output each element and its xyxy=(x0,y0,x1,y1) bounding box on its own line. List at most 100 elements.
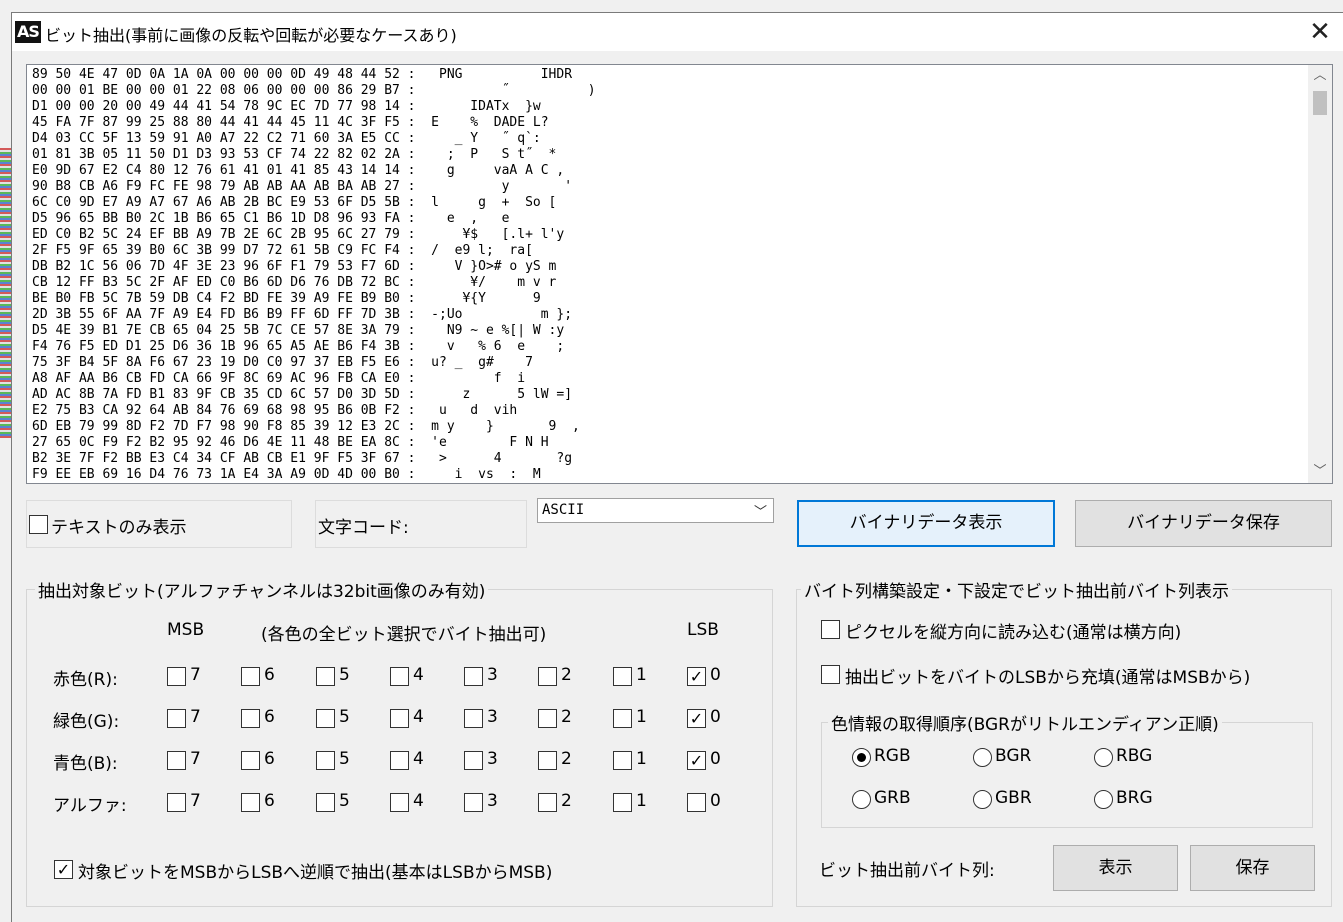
bit-checkbox[interactable] xyxy=(464,709,483,728)
window-title: ビット抽出(事前に画像の反転や回転が必要なケースあり) xyxy=(45,26,457,45)
bit-number: 0 xyxy=(710,665,721,685)
lsb-label: LSB xyxy=(687,620,719,640)
reverse-order-label: 対象ビットをMSBからLSBへ逆順で抽出(基本はLSBからMSB) xyxy=(78,863,553,883)
bit-number: 4 xyxy=(413,707,424,727)
bit-checkbox[interactable] xyxy=(241,709,260,728)
hex-line: E2 75 B3 CA 92 64 AB 84 76 69 68 98 95 B… xyxy=(32,403,518,418)
bit-checkbox[interactable] xyxy=(613,793,632,812)
bit-number: 5 xyxy=(339,707,350,727)
scroll-up-icon[interactable]: ︿ xyxy=(1308,65,1332,87)
order-radio[interactable] xyxy=(1094,748,1113,767)
bit-checkbox[interactable] xyxy=(241,793,260,812)
order-label: GBR xyxy=(995,788,1032,808)
bit-number: 6 xyxy=(264,749,275,769)
hex-line: 01 81 3B 05 11 50 D1 D3 93 53 CF 74 22 8… xyxy=(32,147,557,162)
text-only-checkbox[interactable] xyxy=(29,515,48,534)
bit-checkbox[interactable] xyxy=(241,751,260,770)
hex-line: AD AC 8B 7A FD B1 83 9F CB 35 CD 6C 57 D… xyxy=(32,387,573,402)
lsb-fill-checkbox[interactable] xyxy=(821,665,840,684)
bit-checkbox[interactable]: ✓ xyxy=(687,751,706,770)
prebytes-show-button[interactable]: 表示 xyxy=(1053,845,1178,891)
hex-line: CB 12 FF B3 5C 2F AF ED C0 B6 6D D6 76 D… xyxy=(32,275,557,290)
bit-checkbox[interactable] xyxy=(538,667,557,686)
bit-checkbox[interactable] xyxy=(464,751,483,770)
bit-checkbox[interactable] xyxy=(390,667,409,686)
hex-line: D4 03 CC 5F 13 59 91 A0 A7 22 C2 71 60 3… xyxy=(32,131,541,146)
bit-checkbox[interactable] xyxy=(316,667,335,686)
hex-line: 2D 3B 55 6F AA 7F A9 E4 FD B6 B9 FF 6D F… xyxy=(32,307,573,322)
bit-checkbox[interactable]: ✓ xyxy=(687,667,706,686)
hex-line: ED C0 B2 5C 24 EF BB A9 7B 2E 6C 2B 95 6… xyxy=(32,227,565,242)
order-radio[interactable] xyxy=(1094,790,1113,809)
bit-checkbox[interactable] xyxy=(167,667,186,686)
save-binary-button[interactable]: バイナリデータ保存 xyxy=(1075,500,1332,547)
bit-number: 4 xyxy=(413,791,424,811)
hex-line: 00 00 01 BE 00 00 01 22 08 06 00 00 00 8… xyxy=(32,83,596,98)
bit-checkbox[interactable] xyxy=(390,709,409,728)
hex-line: 45 FA 7F 87 99 25 88 80 44 41 44 45 11 4… xyxy=(32,115,549,130)
target-bits-group: 抽出対象ビット(アルファチャンネルは32bit画像のみ有効) MSB (各色の全… xyxy=(26,577,773,907)
bit-checkbox[interactable] xyxy=(464,793,483,812)
order-radio[interactable] xyxy=(973,748,992,767)
scroll-down-icon[interactable]: ﹀ xyxy=(1308,461,1332,483)
hex-line: 6D EB 79 99 8D F2 7D F7 98 90 F8 85 39 1… xyxy=(32,419,580,434)
bit-checkbox[interactable] xyxy=(613,709,632,728)
bit-checkbox[interactable]: ✓ xyxy=(687,709,706,728)
show-binary-button[interactable]: バイナリデータ表示 xyxy=(797,500,1055,547)
bit-checkbox[interactable] xyxy=(316,793,335,812)
charcode-select[interactable]: ASCII ﹀ xyxy=(537,498,774,523)
bit-checkbox[interactable] xyxy=(390,793,409,812)
hex-line: DB B2 1C 56 06 7D 4F 3E 23 96 6F F1 79 5… xyxy=(32,259,557,274)
prebytes-save-button[interactable]: 保存 xyxy=(1190,845,1315,891)
hex-dump-textarea[interactable]: 89 50 4E 47 0D 0A 1A 0A 00 00 00 0D 49 4… xyxy=(26,64,1333,484)
bit-checkbox[interactable] xyxy=(538,793,557,812)
hex-line: A8 AF AA B6 CB FD CA 66 9F 8C 69 AC 96 F… xyxy=(32,371,526,386)
bit-checkbox[interactable] xyxy=(316,751,335,770)
order-radio[interactable] xyxy=(973,790,992,809)
bit-number: 7 xyxy=(190,791,201,811)
close-button[interactable]: ✕ xyxy=(1306,18,1334,46)
bit-number: 3 xyxy=(487,749,498,769)
vertical-read-checkbox[interactable] xyxy=(821,620,840,639)
bit-number: 2 xyxy=(561,791,572,811)
bit-checkbox[interactable] xyxy=(464,667,483,686)
charcode-value: ASCII xyxy=(542,502,585,518)
hex-line: 27 65 0C F9 F2 B2 95 92 46 D6 4E 11 48 B… xyxy=(32,435,549,450)
bit-number: 3 xyxy=(487,707,498,727)
bit-checkbox[interactable] xyxy=(316,709,335,728)
order-radio[interactable] xyxy=(852,748,871,767)
bit-number: 1 xyxy=(636,665,647,685)
bit-checkbox[interactable] xyxy=(687,793,706,812)
bits-hint: (各色の全ビット選択でバイト抽出可) xyxy=(261,625,547,645)
bit-number: 7 xyxy=(190,749,201,769)
bit-checkbox[interactable] xyxy=(167,793,186,812)
hex-line: D5 96 65 BB B0 2C 1B B6 65 C1 B6 1D D8 9… xyxy=(32,211,510,226)
bit-number: 2 xyxy=(561,665,572,685)
reverse-order-checkbox[interactable]: ✓ xyxy=(54,860,73,879)
bit-checkbox[interactable] xyxy=(613,667,632,686)
bit-checkbox[interactable] xyxy=(167,751,186,770)
charcode-panel: 文字コード: xyxy=(315,500,527,548)
bit-number: 1 xyxy=(636,791,647,811)
bit-number: 7 xyxy=(190,665,201,685)
bit-checkbox[interactable] xyxy=(167,709,186,728)
text-only-label: テキストのみ表示 xyxy=(51,518,187,538)
bit-number: 5 xyxy=(339,665,350,685)
target-bits-title: 抽出対象ビット(アルファチャンネルは32bit画像のみ有効) xyxy=(35,577,489,602)
order-radio[interactable] xyxy=(852,790,871,809)
bit-checkbox[interactable] xyxy=(613,751,632,770)
hex-line: 75 3F B4 5F 8A F6 67 23 19 D0 C0 97 37 E… xyxy=(32,355,533,370)
bit-number: 0 xyxy=(710,791,721,811)
bit-number: 4 xyxy=(413,749,424,769)
bit-checkbox[interactable] xyxy=(390,751,409,770)
bit-checkbox[interactable] xyxy=(538,751,557,770)
hex-line: D1 00 00 20 00 49 44 41 54 78 9C EC 7D 7… xyxy=(32,99,541,114)
vertical-scrollbar[interactable]: ︿ ﹀ xyxy=(1308,65,1332,483)
hex-line: F4 76 F5 ED D1 25 D6 36 1B 96 65 A5 AE B… xyxy=(32,339,565,354)
byte-build-title: バイト列構築設定・下設定でビット抽出前バイト列表示 xyxy=(801,577,1232,602)
bit-number: 6 xyxy=(264,665,275,685)
bit-checkbox[interactable] xyxy=(241,667,260,686)
bit-checkbox[interactable] xyxy=(538,709,557,728)
hex-line: 90 B8 CB A6 F9 FC FE 98 79 AB AB AA AB B… xyxy=(32,179,573,194)
scroll-thumb[interactable] xyxy=(1313,91,1327,115)
